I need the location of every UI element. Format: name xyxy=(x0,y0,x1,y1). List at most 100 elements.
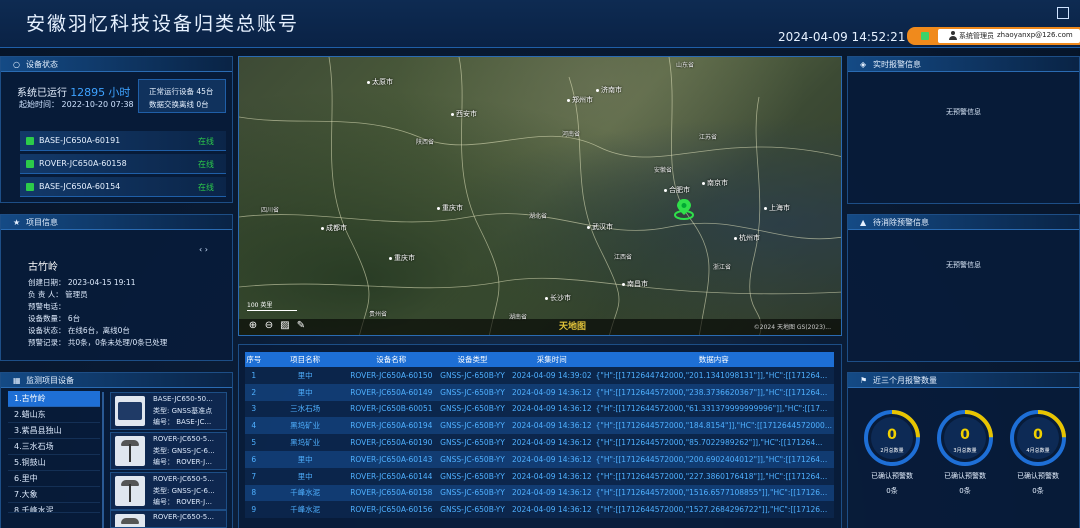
table-row[interactable]: 1 里中 ROVER-JC650A-60150 GNSS-JC-650B-YY 2024… xyxy=(245,367,834,384)
start-label: 起始时间： xyxy=(19,100,59,109)
province-label: 陕西省 xyxy=(416,139,435,146)
flag-icon: ⚑ xyxy=(860,376,868,385)
satellite-map[interactable]: 山东省 济南市 太原市 郑州市 河南省 西安市 陕西省 江苏省 安徽省 合肥市 … xyxy=(238,56,842,336)
city-label: 武汉市 xyxy=(587,222,613,232)
table-cell: ROVER-JC650A-60144 xyxy=(347,467,436,485)
panel-header: ○ 设备状态 xyxy=(1,57,232,72)
draw-line-icon[interactable]: ✎ xyxy=(295,320,307,332)
table-cell: 2024-04-09 14:36:12 xyxy=(509,417,594,435)
city-label: 合肥市 xyxy=(664,185,690,195)
table-cell: 4 xyxy=(245,417,263,435)
device-card[interactable]: ROVER-JC650-5... 类型: GNSS-JC-6... 编号： RO… xyxy=(110,472,227,510)
table-cell: 里中 xyxy=(262,450,348,468)
card-type: 类型: GNSS基准点 xyxy=(153,407,213,415)
owner: 负 责 人： 管理员 xyxy=(28,290,88,299)
panel-header: ▦ 监测项目设备 xyxy=(1,373,232,388)
list-item[interactable]: 8.千峰水泥 xyxy=(8,503,100,513)
card-name: BASE-JC650-50... xyxy=(153,395,213,403)
ring-value: 0 xyxy=(1033,427,1043,443)
table-row[interactable]: 6 里中 ROVER-JC650A-60143 GNSS-JC-650B-YY 2024… xyxy=(245,450,834,468)
card-name: ROVER-JC650-5... xyxy=(153,513,214,521)
table-cell: ROVER-JC650A-60190 xyxy=(347,434,436,451)
ring-label: 已确认预警数 xyxy=(944,472,986,480)
table-cell: GNSS-JC-650B-YY xyxy=(435,383,510,401)
zoom-in-icon[interactable]: ⊕ xyxy=(247,320,259,332)
table-row[interactable]: 5 黑坞矿业 ROVER-JC650A-60190 GNSS-JC-650B-YY 20… xyxy=(245,434,834,451)
location-pin-icon[interactable] xyxy=(673,198,695,220)
col-header: 采集时间 xyxy=(509,352,594,367)
device-card[interactable]: ROVER-JC650-5... xyxy=(110,510,227,528)
ring-value: 0 xyxy=(887,427,897,443)
map-toolbar: ⊕ ⊖ ▨ ✎ 天地图 ©2024 天地图 GS(2023)... xyxy=(239,319,841,335)
table-cell: GNSS-JC-650B-YY xyxy=(435,484,510,502)
city-label: 郑州市 xyxy=(567,95,593,105)
list-item[interactable]: 1.古竹岭 xyxy=(8,391,100,407)
table-cell: 2024-04-09 14:36:12 xyxy=(509,400,594,418)
table-cell: 里中 xyxy=(262,467,348,485)
list-item[interactable]: 7.大象 xyxy=(8,487,100,503)
card-code: 编号： ROVER-J... xyxy=(153,458,212,466)
data-table: 序号 项目名称 设备名称 设备类型 采集时间 数据内容 1 里中 ROVER-JC6… xyxy=(245,352,834,519)
col-header: 设备类型 xyxy=(435,352,510,367)
scrollbar[interactable] xyxy=(102,392,104,528)
ring-value: 0 xyxy=(960,427,970,443)
table-row[interactable]: 4 黑坞矿业 ROVER-JC650A-60194 GNSS-JC-650B-YY 20… xyxy=(245,417,834,435)
list-item[interactable]: 4.三水石场 xyxy=(8,439,100,455)
project-list: 1.古竹岭 2.蜡山东 3.紫昌县独山 4.三水石场 5.铜鼓山 6.里中 7.… xyxy=(8,391,100,513)
table-cell: {"H":[[1712644572000,"238.3736620367"]],… xyxy=(593,383,834,401)
table-row[interactable]: 3 三水石场 ROVER-JC650B-60051 GNSS-JC-650B-YY 20… xyxy=(245,400,834,418)
card-type: 类型: GNSS-JC-6... xyxy=(153,447,215,455)
carousel-arrows[interactable]: ‹ › xyxy=(199,245,208,254)
pending-alarm-panel: ▲ 待消除预警信息 无预警信息 xyxy=(847,214,1080,362)
list-item[interactable]: 5.铜鼓山 xyxy=(8,455,100,471)
list-item[interactable]: 2.蜡山东 xyxy=(8,407,100,423)
table-row[interactable]: 2 里中 ROVER-JC650A-60149 GNSS-JC-650B-YY 2024… xyxy=(245,383,834,401)
card-code: 编号： BASE-JC... xyxy=(153,418,212,426)
user-info[interactable]: 系统管理员 zhaoyanxp@126.com xyxy=(938,29,1080,43)
col-header: 项目名称 xyxy=(262,352,348,367)
table-cell: GNSS-JC-650B-YY xyxy=(435,367,510,384)
running-text: 系统已运行 12895 小时 xyxy=(17,84,130,100)
panel-title: 待消除预警信息 xyxy=(873,218,929,227)
city-label: 南京市 xyxy=(702,178,728,188)
province-label: 山东省 xyxy=(676,62,695,69)
table-row[interactable]: 9 千峰水泥 ROVER-JC650A-60156 GNSS-JC-650B-YY 20… xyxy=(245,501,834,519)
city-label: 成都市 xyxy=(321,223,347,233)
realtime-alarm-panel: ◈ 实时报警信息 无预警信息 xyxy=(847,56,1080,204)
city-label: 重庆市 xyxy=(389,253,415,263)
measure-area-icon[interactable]: ▨ xyxy=(279,320,291,332)
zoom-out-icon[interactable]: ⊖ xyxy=(263,320,275,332)
start-value: 2022-10-20 07:38 xyxy=(61,100,134,109)
table-cell: {"H":[[1712644572000,"200.6902404012"]],… xyxy=(593,450,834,468)
city-label: 济南市 xyxy=(596,85,622,95)
panel-header: ▲ 待消除预警信息 xyxy=(848,215,1079,230)
running-hours: 12895 xyxy=(70,86,106,99)
device-row[interactable]: ROVER-JC650A-60158 在线 xyxy=(20,154,226,174)
table-cell: ROVER-JC650B-60051 xyxy=(347,400,436,418)
device-card[interactable]: ROVER-JC650-5... 类型: GNSS-JC-6... 编号： RO… xyxy=(110,432,227,470)
circle-icon: ○ xyxy=(13,60,20,69)
device-name: BASE-JC650A-60191 xyxy=(39,136,121,145)
device-row[interactable]: BASE-JC650A-60191 在线 xyxy=(20,131,226,151)
province-label: 江西省 xyxy=(614,254,633,261)
running-label: 系统已运行 xyxy=(17,88,67,99)
card-type: 类型: GNSS-JC-6... xyxy=(153,487,215,495)
panel-title: 实时报警信息 xyxy=(873,60,921,69)
city-label: 重庆市 xyxy=(437,203,463,213)
city-label: 长沙市 xyxy=(545,293,571,303)
create-date: 创建日期： 2023-04-15 19:11 xyxy=(28,278,136,287)
panel-title: 设备状态 xyxy=(26,60,58,69)
table-cell: 2024-04-09 14:36:12 xyxy=(509,501,594,519)
list-item[interactable]: 6.里中 xyxy=(8,471,100,487)
wifi-icon xyxy=(26,182,34,191)
table-cell: {"H":[[1712644572000,"85.7022989262"]],"… xyxy=(593,434,834,451)
device-card[interactable]: BASE-JC650-50... 类型: GNSS基准点 编号： BASE-JC… xyxy=(110,392,227,430)
fullscreen-icon[interactable] xyxy=(1057,7,1069,19)
table-row[interactable]: 7 里中 ROVER-JC650A-60144 GNSS-JC-650B-YY 2024… xyxy=(245,467,834,485)
device-summary-box: 正常运行设备 45台 数据交换离线 0台 xyxy=(138,79,226,113)
device-status-panel: ○ 设备状态 系统已运行 12895 小时 起始时间： 2022-10-20 0… xyxy=(0,56,233,203)
col-header: 序号 xyxy=(245,352,263,367)
device-row[interactable]: BASE-JC650A-60154 在线 xyxy=(20,177,226,197)
list-item[interactable]: 3.紫昌县独山 xyxy=(8,423,100,439)
table-row[interactable]: 8 千峰水泥 ROVER-JC650A-60158 GNSS-JC-650B-YY 20… xyxy=(245,484,834,502)
